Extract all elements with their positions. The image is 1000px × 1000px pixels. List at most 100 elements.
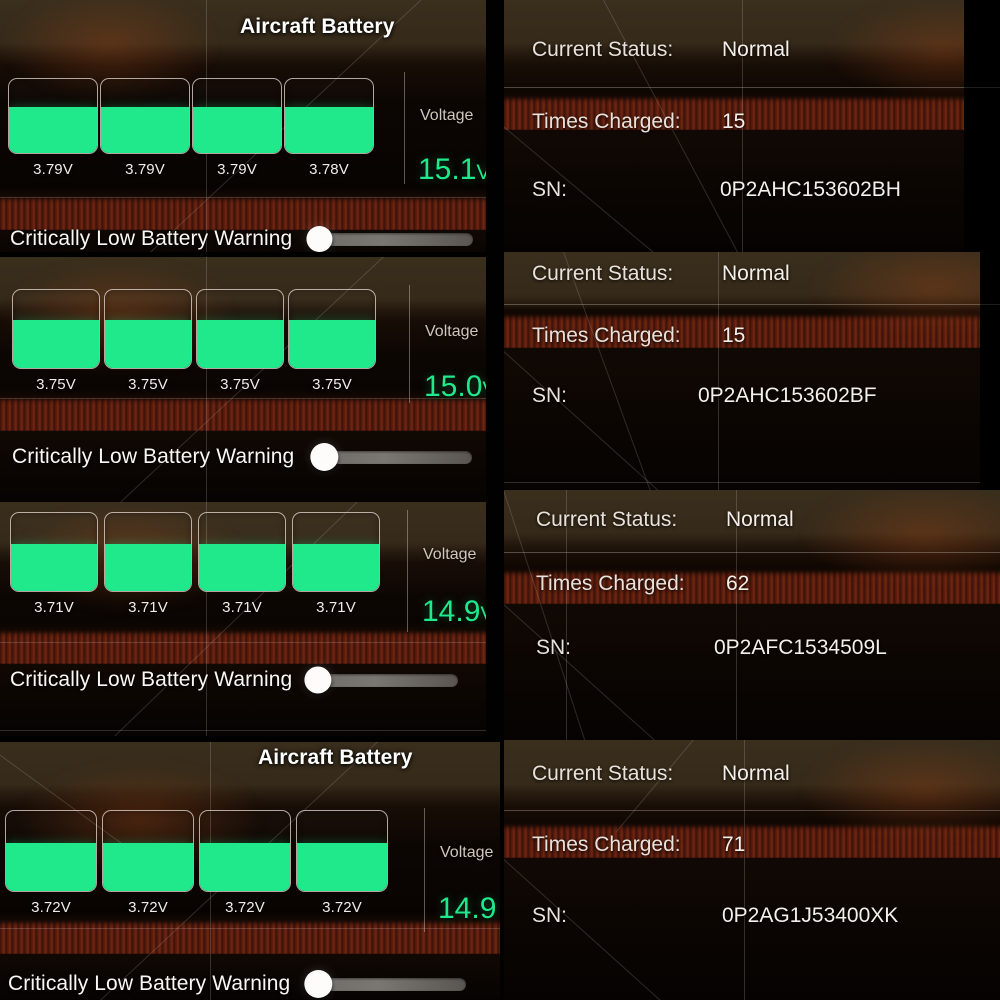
- cell-fill: [293, 544, 379, 591]
- critically-low-battery-toggle-2[interactable]: [310, 443, 473, 471]
- cell-fill: [193, 107, 281, 153]
- sn-row-2: SN: 0P2AHC153602BF: [532, 384, 877, 408]
- warning-label-1: Critically Low Battery Warning: [10, 227, 293, 250]
- battery-info-panel-1: Current Status: Normal Times Charged: 15…: [504, 0, 1000, 252]
- cell-gauge: [12, 289, 100, 369]
- toggle-knob[interactable]: [304, 666, 332, 694]
- cell-voltage-label: 3.72V: [31, 899, 71, 916]
- toggle-knob[interactable]: [304, 970, 333, 998]
- voltage-value-2: 15.0V: [424, 370, 486, 404]
- battery-info-panel-2: Current Status: Normal Times Charged: 15…: [504, 252, 1000, 502]
- sn-row-4: SN: 0P2AG1J53400XK: [532, 904, 898, 928]
- cell-fill: [103, 843, 193, 891]
- cell-voltage-label: 3.79V: [125, 161, 165, 178]
- voltage-label-4: Voltage: [440, 844, 494, 861]
- times-charged-row-1: Times Charged: 15: [532, 110, 745, 134]
- cell-item: 3.75V: [104, 289, 192, 393]
- voltage-divider: [404, 72, 405, 184]
- cell-voltage-label: 3.75V: [312, 376, 352, 393]
- sn-row-3: SN: 0P2AFC1534509L: [536, 636, 887, 660]
- cell-item: 3.72V: [5, 810, 97, 916]
- cell-gauge: [198, 512, 286, 592]
- cell-voltage-label: 3.71V: [34, 599, 74, 616]
- battery-info-panel-3: Current Status: Normal Times Charged: 62…: [504, 490, 1000, 740]
- battery-panel-2: 3.75V 3.75V 3.75V 3.75V Voltage 15.0 Cri…: [0, 257, 486, 502]
- cell-fill: [9, 107, 97, 153]
- cell-item: 3.75V: [288, 289, 376, 393]
- toggle-knob[interactable]: [306, 226, 333, 252]
- cell-voltage-label: 3.79V: [217, 161, 257, 178]
- critically-low-battery-toggle-3[interactable]: [304, 666, 459, 694]
- battery-panel-1: Aircraft Battery 3.79V 3.79V 3.79V 3.78V…: [0, 0, 486, 252]
- panel-gap-vertical-3: [486, 502, 504, 740]
- panel-gap-horizontal-3: [0, 736, 504, 742]
- cell-voltage-label: 3.79V: [33, 161, 73, 178]
- times-charged-key-1: Times Charged:: [532, 110, 681, 133]
- status-key-3: Current Status:: [536, 508, 678, 531]
- status-value-3: Normal: [726, 508, 794, 531]
- warning-label-3: Critically Low Battery Warning: [10, 668, 293, 691]
- voltage-divider: [407, 510, 408, 632]
- cell-gauge: [104, 289, 192, 369]
- cell-item: 3.79V: [8, 78, 98, 178]
- critically-low-battery-toggle-4[interactable]: [304, 970, 467, 998]
- cell-fill: [13, 319, 99, 368]
- cell-list-4: 3.72V 3.72V 3.72V 3.72V: [5, 810, 388, 916]
- times-charged-row-3: Times Charged: 62: [536, 572, 749, 596]
- warning-row-3: Critically Low Battery Warning: [10, 666, 459, 694]
- status-value-1: Normal: [722, 38, 790, 61]
- voltage-unit: V: [476, 161, 486, 184]
- cell-fill: [105, 319, 191, 368]
- times-charged-row-2: Times Charged: 15: [532, 324, 745, 348]
- cell-voltage-label: 3.72V: [322, 899, 362, 916]
- cell-gauge: [8, 78, 98, 154]
- battery-panel-3: 3.71V 3.71V 3.71V 3.71V Voltage 14.9 Cri…: [0, 502, 486, 740]
- sn-key-3: SN:: [536, 636, 572, 659]
- critically-low-battery-toggle-1[interactable]: [306, 226, 474, 252]
- cell-fill: [199, 544, 285, 591]
- status-value-4: Normal: [722, 762, 790, 785]
- cell-voltage-label: 3.75V: [128, 376, 168, 393]
- times-charged-value-4: 71: [722, 833, 746, 856]
- times-charged-key-3: Times Charged:: [536, 572, 685, 595]
- cell-item: 3.71V: [198, 512, 286, 616]
- cell-item: 3.72V: [199, 810, 291, 916]
- cell-fill: [11, 544, 97, 591]
- cell-voltage-label: 3.75V: [220, 376, 260, 393]
- cell-list-2: 3.75V 3.75V 3.75V 3.75V: [12, 289, 376, 393]
- cell-item: 3.78V: [284, 78, 374, 178]
- sn-row-1: SN: 0P2AHC153602BH: [532, 178, 901, 202]
- cell-list-3: 3.71V 3.71V 3.71V 3.71V: [10, 512, 380, 616]
- sn-key-1: SN:: [532, 178, 568, 201]
- page-title-4: Aircraft Battery: [258, 746, 413, 769]
- status-row-2: Current Status: Normal: [532, 262, 790, 286]
- panel-gap-horizontal-1: [0, 252, 486, 257]
- cell-item: 3.79V: [192, 78, 282, 178]
- cell-gauge: [100, 78, 190, 154]
- sn-value-1: 0P2AHC153602BH: [720, 178, 901, 201]
- voltage-label-1: Voltage: [420, 107, 474, 124]
- cell-item: 3.79V: [100, 78, 190, 178]
- row-divider-4: [504, 810, 1000, 811]
- row-divider-3: [504, 552, 1000, 553]
- voltage-value-3: 14.9V: [422, 595, 486, 629]
- warning-row-2: Critically Low Battery Warning: [12, 443, 473, 471]
- cell-item: 3.71V: [104, 512, 192, 616]
- cell-voltage-label: 3.71V: [316, 599, 356, 616]
- panel-gap-vertical-2: [486, 252, 504, 502]
- times-charged-key-4: Times Charged:: [532, 833, 681, 856]
- edge-black-bar-1: [964, 0, 1000, 252]
- voltage-divider: [424, 808, 425, 932]
- status-row-4: Current Status: Normal: [532, 762, 790, 786]
- cell-item: 3.75V: [196, 289, 284, 393]
- cell-gauge: [10, 512, 98, 592]
- cell-gauge: [196, 289, 284, 369]
- times-charged-key-2: Times Charged:: [532, 324, 681, 347]
- voltage-label-2: Voltage: [425, 323, 479, 340]
- row-divider-2: [504, 304, 1000, 305]
- toggle-knob[interactable]: [310, 443, 339, 471]
- edge-black-bar-2: [980, 252, 1000, 502]
- cell-gauge: [5, 810, 97, 892]
- cell-voltage-label: 3.75V: [36, 376, 76, 393]
- cell-fill: [297, 843, 387, 891]
